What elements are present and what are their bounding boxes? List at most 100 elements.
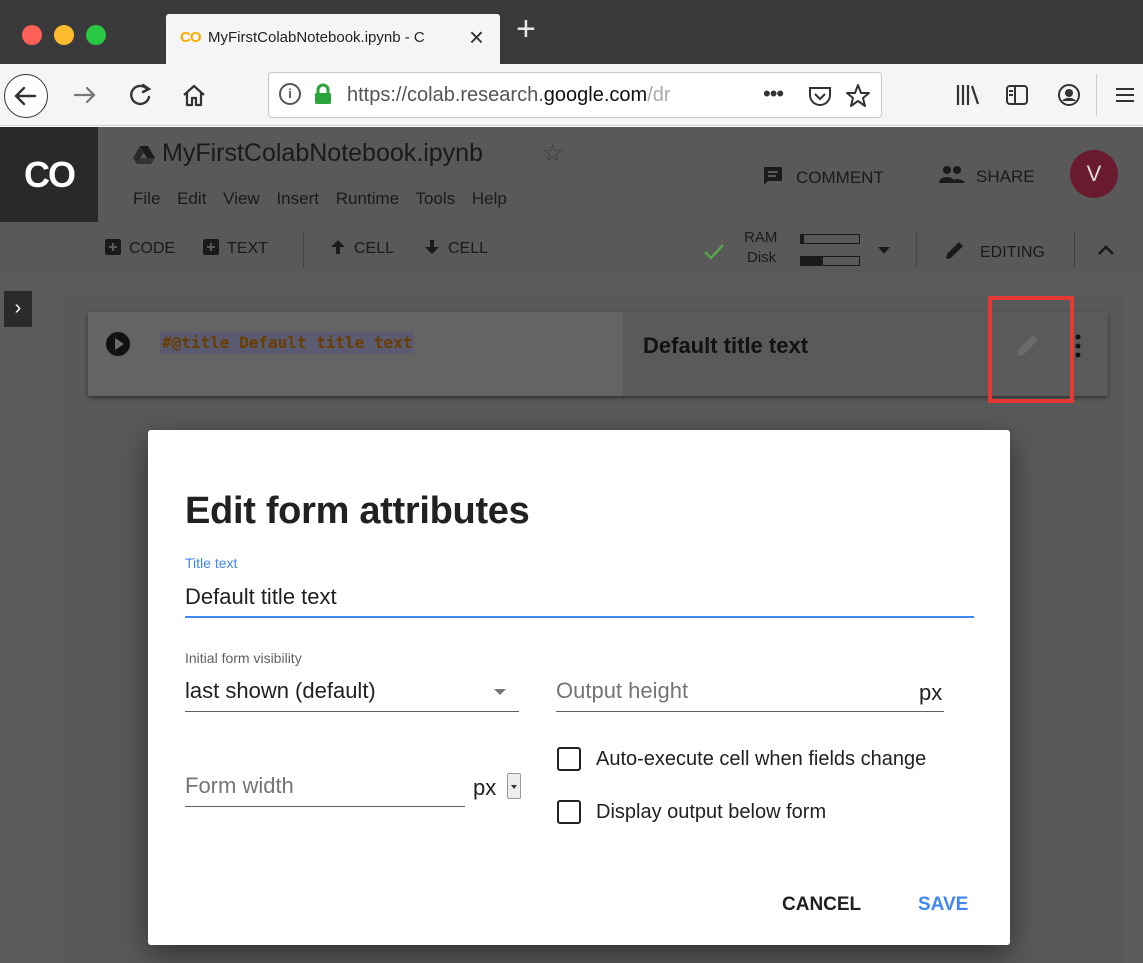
chevron-down-icon[interactable] <box>878 247 890 255</box>
browser-tab[interactable]: CO MyFirstColabNotebook.ipynb - C × <box>166 14 500 64</box>
maximize-window-button[interactable] <box>86 25 106 45</box>
visibility-label: Initial form visibility <box>185 650 302 666</box>
star-icon[interactable]: ☆ <box>542 139 564 168</box>
plus-box-icon <box>105 239 121 255</box>
output-height-input[interactable]: Output height <box>556 678 688 704</box>
connected-check-icon <box>704 244 724 260</box>
chevron-up-icon[interactable] <box>1098 244 1114 256</box>
display-output-label: Display output below form <box>596 801 827 823</box>
run-cell-button[interactable] <box>106 332 130 356</box>
share-label: SHARE <box>976 167 1035 186</box>
code-label: CODE <box>129 240 176 257</box>
minimize-window-button[interactable] <box>54 25 74 45</box>
edit-form-dialog: Edit form attributes Title text Default … <box>148 430 1010 945</box>
divider <box>1074 232 1075 268</box>
code-cell[interactable]: #@title Default title text Default title… <box>88 312 1108 396</box>
editing-label: EDITING <box>980 244 1045 261</box>
dialog-title: Edit form attributes <box>185 490 530 532</box>
menu-help[interactable]: Help <box>472 189 507 208</box>
menu-icon[interactable] <box>1114 84 1136 106</box>
colab-header: CO MyFirstColabNotebook.ipynb ☆ File Edi… <box>0 127 1143 222</box>
sidebar-icon[interactable] <box>1004 82 1030 108</box>
dropdown-arrow-icon[interactable] <box>494 689 506 695</box>
pocket-icon[interactable] <box>807 84 833 108</box>
form-width-underline <box>185 806 465 807</box>
output-height-underline <box>556 711 944 712</box>
disk-usage-fill <box>801 257 824 265</box>
people-icon <box>939 166 965 183</box>
menu-insert[interactable]: Insert <box>276 189 319 208</box>
save-button[interactable]: SAVE <box>918 894 968 916</box>
move-cell-up-button[interactable]: CELL <box>330 239 394 258</box>
divider <box>1096 74 1097 116</box>
url-bar[interactable]: i https://colab.research.google.com/dr •… <box>268 72 882 118</box>
colab-logo[interactable]: CO <box>0 127 98 222</box>
left-panel-toggle[interactable]: › <box>4 291 32 327</box>
auto-execute-label: Auto-execute cell when fields change <box>596 748 927 770</box>
visibility-underline <box>185 711 519 712</box>
colab-favicon-icon: CO <box>180 29 201 46</box>
auto-execute-checkbox[interactable] <box>557 747 581 771</box>
comment-icon <box>764 167 782 185</box>
back-button[interactable] <box>4 74 48 118</box>
tab-close-icon[interactable]: × <box>469 24 484 50</box>
new-tab-icon[interactable]: + <box>516 12 536 46</box>
comment-label: COMMENT <box>796 168 884 187</box>
notebook-title[interactable]: MyFirstColabNotebook.ipynb <box>162 139 483 168</box>
browser-tab-bar: CO MyFirstColabNotebook.ipynb - C × + <box>0 0 1143 64</box>
account-icon[interactable] <box>1056 82 1082 108</box>
ram-label: RAM <box>744 229 778 246</box>
home-icon[interactable] <box>180 81 208 109</box>
url-text: https://colab.research.google.com/dr <box>347 84 671 106</box>
title-text-underline <box>185 616 974 618</box>
bookmark-star-icon[interactable] <box>845 83 871 109</box>
unit-stepper[interactable] <box>507 773 521 799</box>
add-text-button[interactable]: TEXT <box>203 239 268 258</box>
reload-icon[interactable] <box>126 81 154 109</box>
arrow-down-icon <box>425 240 439 254</box>
ram-usage-fill <box>801 235 804 243</box>
output-height-unit: px <box>919 680 943 705</box>
forward-icon[interactable] <box>70 80 100 110</box>
avatar[interactable]: V <box>1070 150 1118 198</box>
library-icon[interactable] <box>954 82 982 108</box>
form-width-unit: px <box>473 775 497 800</box>
menu-bar: File Edit View Insert Runtime Tools Help <box>133 189 519 209</box>
code-line[interactable]: #@title Default title text <box>160 332 415 353</box>
menu-view[interactable]: View <box>223 189 260 208</box>
plus-box-icon <box>203 239 219 255</box>
form-title: Default title text <box>643 333 809 358</box>
cell-up-label: CELL <box>354 240 395 257</box>
chevron-right-icon: › <box>14 297 22 319</box>
close-window-button[interactable] <box>22 25 42 45</box>
info-icon[interactable]: i <box>279 83 301 105</box>
add-code-button[interactable]: CODE <box>105 239 175 258</box>
arrow-up-icon <box>331 240 345 254</box>
disk-label: Disk <box>747 249 777 266</box>
visibility-select[interactable]: last shown (default) <box>185 678 376 704</box>
tab-title: MyFirstColabNotebook.ipynb - C <box>208 29 425 46</box>
more-vert-icon[interactable] <box>1074 334 1082 358</box>
lock-icon <box>315 83 331 104</box>
menu-tools[interactable]: Tools <box>415 189 455 208</box>
disk-usage-bar[interactable] <box>800 256 860 266</box>
editing-mode-button[interactable]: EDITING <box>944 239 1045 262</box>
ram-usage-bar[interactable] <box>800 234 860 244</box>
divider <box>916 232 917 268</box>
menu-edit[interactable]: Edit <box>177 189 206 208</box>
google-drive-icon[interactable] <box>133 145 155 165</box>
form-width-input[interactable]: Form width <box>185 773 294 799</box>
move-cell-down-button[interactable]: CELL <box>424 239 488 258</box>
text-label: TEXT <box>227 240 268 257</box>
divider <box>303 232 304 268</box>
title-text-label: Title text <box>185 555 238 571</box>
share-button[interactable]: SHARE <box>938 165 1035 187</box>
comment-button[interactable]: COMMENT <box>762 165 884 188</box>
page-actions-icon[interactable]: ••• <box>763 81 784 107</box>
display-output-checkbox[interactable] <box>557 800 581 824</box>
menu-file[interactable]: File <box>133 189 160 208</box>
cancel-button[interactable]: CANCEL <box>782 894 861 916</box>
title-text-input[interactable]: Default title text <box>185 584 337 610</box>
menu-runtime[interactable]: Runtime <box>336 189 399 208</box>
pencil-icon <box>946 242 963 259</box>
